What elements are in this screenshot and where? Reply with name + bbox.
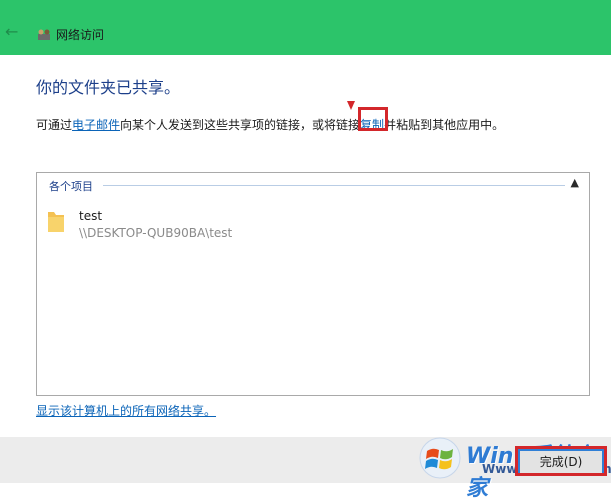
back-arrow-icon[interactable]: ← [5, 24, 21, 40]
group-header: 各个项目 [49, 178, 99, 194]
desc-part2: 向某个人发送到这些共享项的链接，或将链接 [120, 118, 361, 132]
group-divider [103, 185, 565, 186]
shared-item-name[interactable]: test [79, 209, 102, 223]
folder-icon [48, 212, 64, 232]
network-users-icon [38, 29, 50, 40]
window-title: 网络访问 [56, 28, 105, 42]
page-heading: 你的文件夹已共享。 [36, 78, 181, 97]
chevron-up-icon[interactable]: ▲ [571, 176, 579, 189]
show-all-shares-link[interactable]: 显示该计算机上的所有网络共享。 [36, 402, 216, 419]
copy-link-highlight [358, 107, 388, 131]
done-button[interactable]: 完成(D) [518, 449, 604, 475]
shared-items-group: 各个项目 ▲ test \\DESKTOP-QUB90BA\test [36, 172, 590, 396]
title-bar: ← 网络访问 [0, 0, 611, 55]
red-arrow-marker [347, 101, 355, 110]
share-description: 可通过电子邮件向某个人发送到这些共享项的链接，或将链接复制并粘贴到其他应用中。 [36, 116, 504, 133]
windows-flag-icon [419, 437, 461, 479]
email-link[interactable]: 电子邮件 [72, 118, 120, 132]
shared-item-path: \\DESKTOP-QUB90BA\test [79, 226, 233, 240]
desc-part3: 并粘贴到其他应用中。 [384, 118, 505, 132]
desc-part1: 可通过 [36, 118, 73, 132]
